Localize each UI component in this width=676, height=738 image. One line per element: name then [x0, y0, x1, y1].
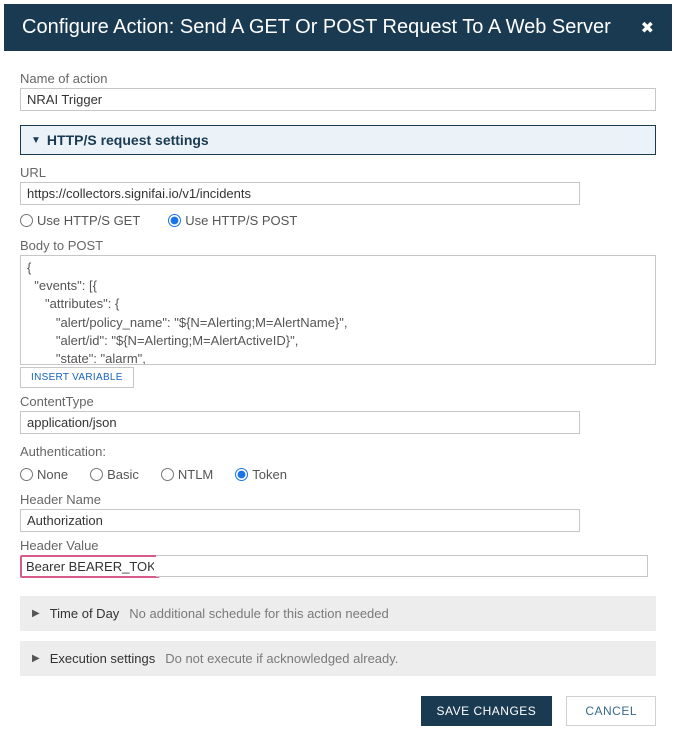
auth-group: None Basic NTLM Token	[20, 467, 656, 482]
auth-token-label: Token	[252, 467, 287, 482]
chevron-right-icon: ▶	[32, 608, 40, 619]
content-type-input[interactable]	[20, 411, 580, 434]
http-method-group: Use HTTP/S GET Use HTTP/S POST	[20, 213, 656, 228]
header-value-input[interactable]	[22, 557, 158, 576]
time-of-day-title: Time of Day	[50, 606, 120, 621]
auth-basic-radio[interactable]	[90, 468, 103, 481]
name-of-action-label: Name of action	[20, 71, 656, 86]
auth-token-option[interactable]: Token	[235, 467, 287, 482]
header-name-label: Header Name	[20, 492, 656, 507]
auth-label: Authentication:	[20, 444, 656, 459]
execution-title: Execution settings	[50, 651, 156, 666]
save-changes-button[interactable]: SAVE CHANGES	[421, 696, 553, 726]
auth-basic-option[interactable]: Basic	[90, 467, 139, 482]
auth-basic-label: Basic	[107, 467, 139, 482]
header-value-highlight	[20, 555, 160, 578]
dialog-title: Configure Action: Send A GET Or POST Req…	[22, 16, 611, 39]
header-name-input[interactable]	[20, 509, 580, 532]
dialog-titlebar: Configure Action: Send A GET Or POST Req…	[4, 4, 672, 51]
header-value-label: Header Value	[20, 538, 656, 553]
content-type-label: ContentType	[20, 394, 656, 409]
insert-variable-button[interactable]: INSERT VARIABLE	[20, 367, 134, 388]
auth-ntlm-label: NTLM	[178, 467, 213, 482]
section-execution-settings[interactable]: ▶ Execution settings Do not execute if a…	[20, 641, 656, 676]
chevron-down-icon: ▼	[31, 135, 41, 146]
auth-none-option[interactable]: None	[20, 467, 68, 482]
section-http-settings[interactable]: ▼ HTTP/S request settings	[20, 125, 656, 155]
section-time-of-day[interactable]: ▶ Time of Day No additional schedule for…	[20, 596, 656, 631]
section-title: HTTP/S request settings	[47, 132, 209, 148]
method-get-label: Use HTTP/S GET	[37, 213, 140, 228]
method-get-option[interactable]: Use HTTP/S GET	[20, 213, 140, 228]
dialog-footer: SAVE CHANGES CANCEL	[4, 682, 672, 734]
execution-sub: Do not execute if acknowledged already.	[165, 651, 398, 666]
cancel-button[interactable]: CANCEL	[566, 696, 656, 726]
dialog: Configure Action: Send A GET Or POST Req…	[0, 0, 676, 738]
dialog-body: Name of action ▼ HTTP/S request settings…	[4, 51, 672, 682]
auth-token-radio[interactable]	[235, 468, 248, 481]
auth-ntlm-option[interactable]: NTLM	[161, 467, 213, 482]
auth-none-label: None	[37, 467, 68, 482]
auth-none-radio[interactable]	[20, 468, 33, 481]
method-post-option[interactable]: Use HTTP/S POST	[168, 213, 297, 228]
url-label: URL	[20, 165, 656, 180]
body-textarea[interactable]	[20, 255, 656, 365]
close-icon[interactable]: ✖	[641, 18, 654, 38]
method-post-label: Use HTTP/S POST	[185, 213, 297, 228]
body-label: Body to POST	[20, 238, 656, 253]
method-post-radio[interactable]	[168, 214, 181, 227]
method-get-radio[interactable]	[20, 214, 33, 227]
auth-ntlm-radio[interactable]	[161, 468, 174, 481]
time-of-day-sub: No additional schedule for this action n…	[129, 606, 388, 621]
header-value-field-trail[interactable]	[156, 555, 648, 577]
chevron-right-icon: ▶	[32, 653, 40, 664]
name-of-action-input[interactable]	[20, 88, 656, 111]
url-input[interactable]	[20, 182, 580, 205]
